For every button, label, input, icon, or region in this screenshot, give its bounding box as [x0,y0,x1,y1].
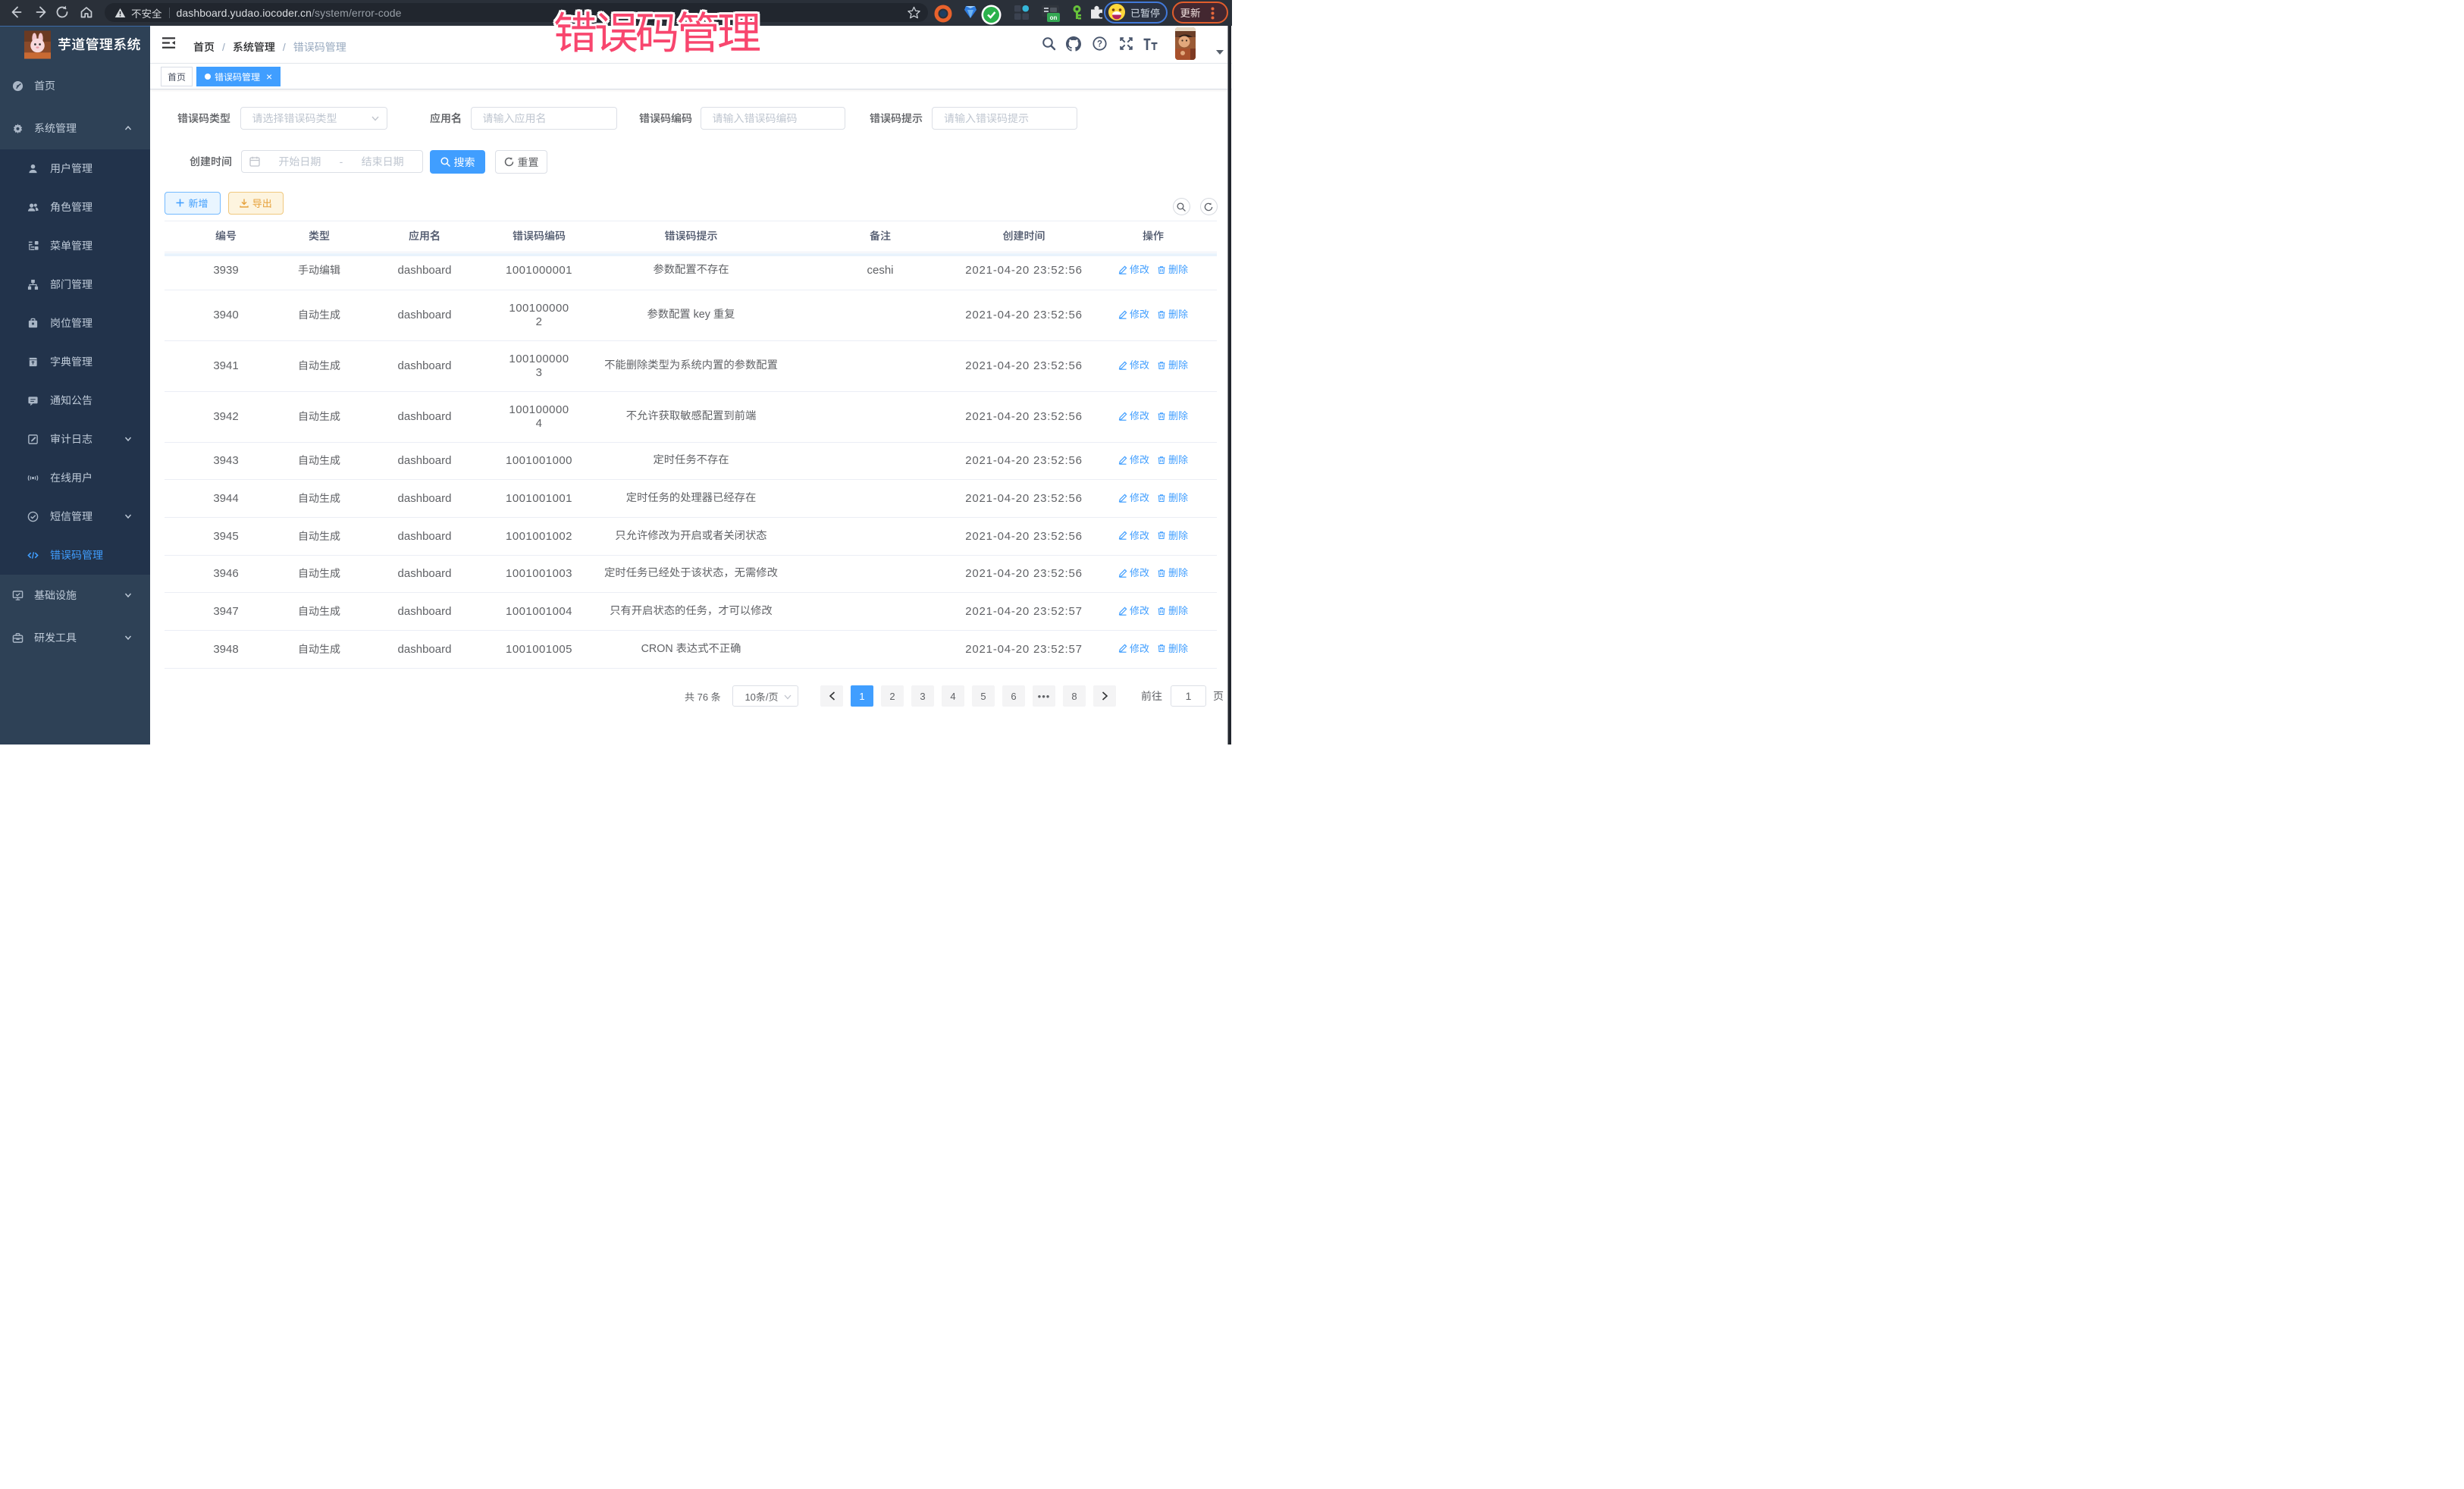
svg-text:on: on [1050,14,1058,21]
svg-text:?: ? [1097,40,1102,49]
